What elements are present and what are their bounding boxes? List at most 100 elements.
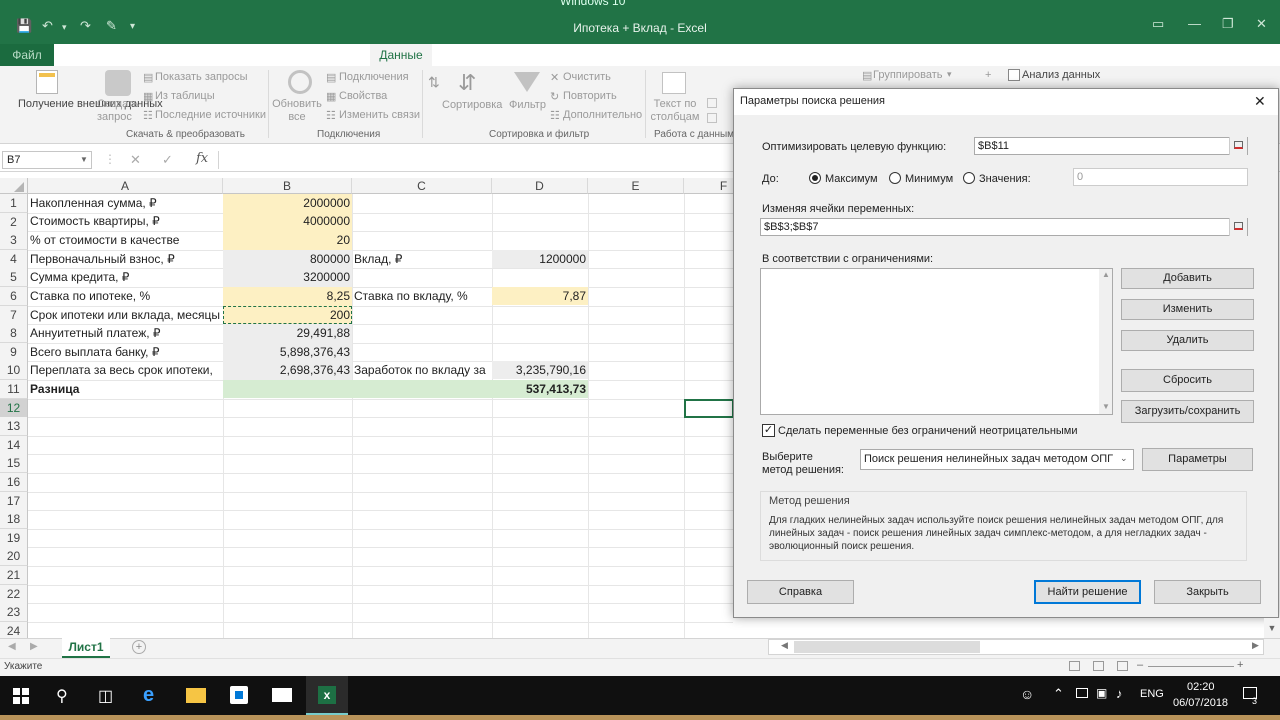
cell-d6[interactable]: 7,87: [492, 287, 588, 305]
tab-data[interactable]: Данные: [370, 44, 432, 66]
row-header[interactable]: 3: [0, 231, 28, 250]
zoom-slider[interactable]: [1148, 666, 1234, 667]
row-header[interactable]: 2: [0, 213, 28, 232]
cell-b10[interactable]: 2,698,376,43: [223, 361, 352, 379]
row-header[interactable]: 19: [0, 529, 28, 548]
close-button[interactable]: Закрыть: [1154, 580, 1261, 604]
properties-button[interactable]: Свойства: [339, 90, 387, 102]
cell-b8[interactable]: 29,491,88: [223, 324, 352, 342]
row-header[interactable]: 11: [0, 380, 28, 399]
clear-button[interactable]: Очистить: [563, 71, 611, 83]
row-header[interactable]: 14: [0, 436, 28, 455]
windows-start-icon[interactable]: [13, 688, 29, 704]
col-header-c[interactable]: C: [352, 178, 492, 194]
tab-insert[interactable]: Вставка: [130, 47, 175, 61]
radio-min-label[interactable]: Минимум: [905, 173, 953, 185]
row-header[interactable]: 15: [0, 454, 28, 473]
cell-b4[interactable]: 800000: [223, 250, 352, 268]
new-query-button[interactable]: Создать запрос: [97, 98, 141, 124]
row-header[interactable]: 22: [0, 585, 28, 604]
volume-icon[interactable]: ♪: [1116, 686, 1123, 701]
load-save-button[interactable]: Загрузить/сохранить: [1121, 400, 1254, 423]
col-header-b[interactable]: B: [223, 178, 352, 194]
recent-sources-button[interactable]: Последние источники: [155, 109, 266, 121]
clock-time[interactable]: 02:20: [1187, 681, 1215, 693]
people-icon[interactable]: ☺: [1020, 686, 1034, 702]
col-header-d[interactable]: D: [492, 178, 588, 194]
reapply-button[interactable]: Повторить: [563, 90, 617, 102]
cell-a2[interactable]: Стоимость квартиры, ₽: [28, 212, 223, 230]
cancel-entry-icon[interactable]: ✕: [130, 152, 141, 168]
sort-button[interactable]: Сортировка: [442, 99, 502, 111]
hscroll-left-icon[interactable]: ◀: [781, 640, 788, 651]
cell-b5[interactable]: 3200000: [223, 268, 352, 286]
constraints-list[interactable]: [760, 268, 1113, 415]
file-explorer-icon[interactable]: [186, 688, 206, 703]
changing-cells-input[interactable]: $B$3;$B$7: [760, 218, 1248, 236]
row-header[interactable]: 5: [0, 268, 28, 287]
cell-a3[interactable]: % от стоимости в качестве: [28, 231, 223, 249]
col-header-e[interactable]: E: [588, 178, 684, 194]
tab-home[interactable]: Главная: [66, 47, 112, 61]
cell-b1[interactable]: 2000000: [223, 194, 352, 212]
radio-max[interactable]: [809, 172, 821, 184]
method-dropdown-icon[interactable]: ⌄: [1120, 453, 1128, 464]
clock-date[interactable]: 06/07/2018: [1173, 697, 1228, 709]
cell-b9[interactable]: 5,898,376,43: [223, 343, 352, 361]
show-hidden-icons-icon[interactable]: ⌃: [1053, 686, 1064, 702]
objective-input[interactable]: $B$11: [974, 137, 1248, 155]
advanced-filter-button[interactable]: Дополнительно: [563, 109, 642, 121]
cell-a7[interactable]: Срок ипотеки или вклада, месяцы: [28, 306, 223, 324]
cell-d4[interactable]: 1200000: [492, 250, 588, 268]
normal-view-icon[interactable]: [1069, 661, 1080, 671]
dialog-close-icon[interactable]: ✕: [1254, 93, 1266, 110]
mail-icon[interactable]: [272, 688, 292, 702]
tab-view[interactable]: Вид: [555, 47, 577, 61]
zoom-out-icon[interactable]: –: [1137, 659, 1143, 671]
row-header[interactable]: 6: [0, 287, 28, 306]
row-header[interactable]: 16: [0, 473, 28, 492]
cell-b7[interactable]: 200: [223, 306, 352, 324]
vscroll-down-icon[interactable]: ▼: [1264, 618, 1280, 638]
insert-function-icon[interactable]: fx: [196, 151, 208, 166]
row-header[interactable]: 18: [0, 510, 28, 529]
cell-c4[interactable]: Вклад, ₽: [352, 250, 492, 268]
show-queries-button[interactable]: Показать запросы: [155, 71, 248, 83]
row-header[interactable]: 23: [0, 603, 28, 622]
cell-a8[interactable]: Аннуитетный платеж, ₽: [28, 324, 223, 342]
radio-max-label[interactable]: Максимум: [825, 173, 878, 185]
minimize-icon[interactable]: —: [1188, 16, 1201, 31]
language-indicator[interactable]: ENG: [1140, 688, 1164, 700]
connections-button[interactable]: Подключения: [339, 71, 409, 83]
help-button[interactable]: Справка: [747, 580, 854, 604]
filter-button[interactable]: Фильтр: [509, 99, 546, 111]
close-window-icon[interactable]: ✕: [1256, 16, 1267, 32]
show-detail-icon[interactable]: +: [985, 69, 991, 81]
objective-ref-icon[interactable]: [1229, 137, 1247, 155]
cell-d11[interactable]: 537,413,73: [492, 380, 588, 398]
row-header[interactable]: 20: [0, 547, 28, 566]
row-header[interactable]: 4: [0, 250, 28, 269]
horizontal-scroll-thumb[interactable]: [794, 641, 980, 653]
cell-b3[interactable]: 20: [223, 231, 352, 249]
constraints-scrollbar[interactable]: [1099, 269, 1112, 414]
tell-me-search[interactable]: Что вы хотите сделать?: [607, 47, 740, 61]
excel-taskbar-icon[interactable]: x: [306, 676, 348, 715]
reset-all-button[interactable]: Сбросить: [1121, 369, 1254, 392]
col-header-a[interactable]: A: [28, 178, 223, 194]
task-view-icon[interactable]: ◫: [98, 686, 113, 706]
cell-a4[interactable]: Первоначальный взнос, ₽: [28, 250, 223, 268]
page-layout-view-icon[interactable]: [1093, 661, 1104, 671]
store-icon[interactable]: [230, 686, 248, 704]
cell-a6[interactable]: Ставка по ипотеке, %: [28, 287, 223, 305]
flash-fill-icon[interactable]: [707, 98, 717, 108]
options-button[interactable]: Параметры: [1142, 448, 1253, 471]
cell-c6[interactable]: Ставка по вкладу, %: [352, 287, 492, 305]
cell-a11[interactable]: Разница: [28, 380, 223, 398]
sign-in-link[interactable]: Вход: [1145, 47, 1172, 61]
enter-entry-icon[interactable]: ✓: [162, 152, 173, 168]
row-header[interactable]: 7: [0, 306, 28, 325]
page-break-view-icon[interactable]: [1117, 661, 1128, 671]
tab-formulas[interactable]: Формулы: [312, 47, 364, 61]
row-header[interactable]: 12: [0, 399, 28, 418]
